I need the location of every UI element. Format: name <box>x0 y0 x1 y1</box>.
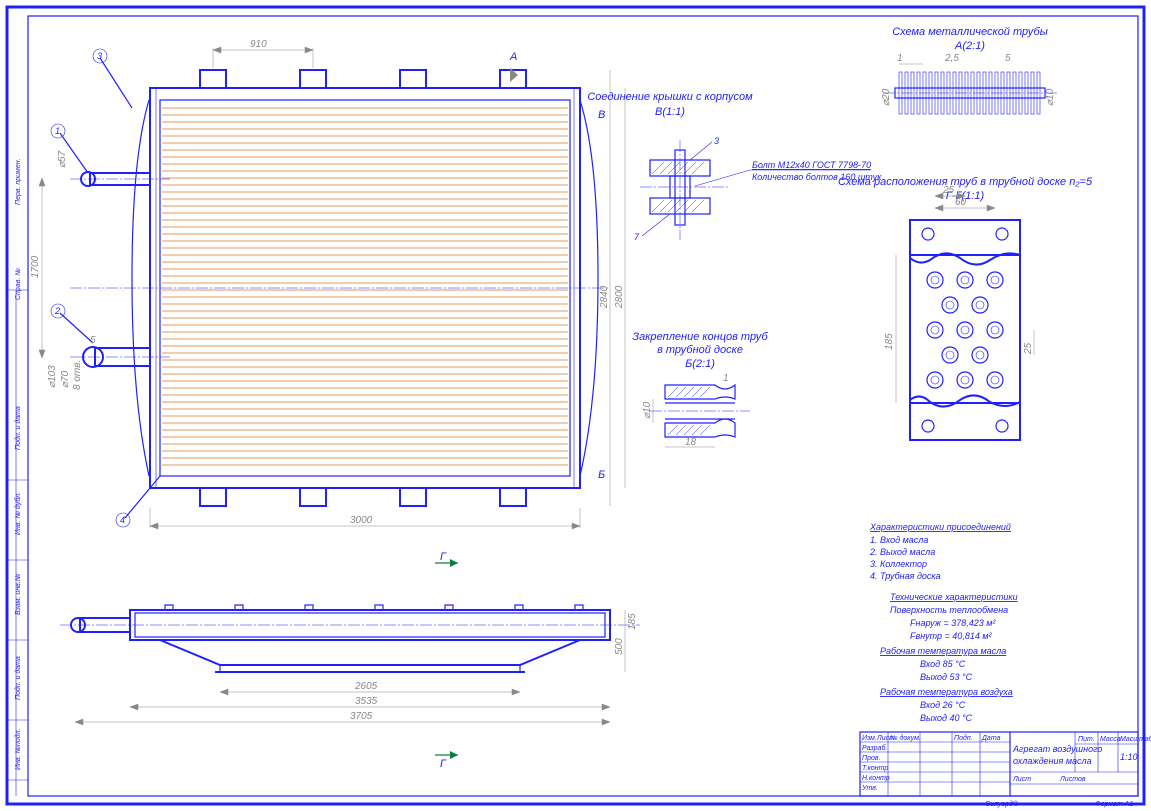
svg-text:Fнаруж = 378,423 м²: Fнаруж = 378,423 м² <box>910 618 996 628</box>
detail-cover-joint: Соединение крышки с корпусом В(1:1) 3 7 … <box>587 91 882 242</box>
svg-text:1: 1 <box>723 373 729 384</box>
detail-tube-sheet: Схема расположения труб в трубной доске … <box>838 176 1093 440</box>
svg-text:Выход 53 °С: Выход 53 °С <box>920 672 973 682</box>
format-label: Формат А1 <box>1095 801 1133 808</box>
svg-text:Дата: Дата <box>981 735 1001 742</box>
svg-text:60: 60 <box>955 197 967 208</box>
notes-block: Характеристики присоединений 1. Вход мас… <box>869 522 1018 723</box>
svg-text:А: А <box>509 51 517 63</box>
svg-text:Т.контр: Т.контр <box>862 765 888 772</box>
svg-text:⌀57: ⌀57 <box>57 150 68 168</box>
svg-text:Подп. и дата: Подп. и дата <box>14 406 22 450</box>
svg-text:в трубной доске: в трубной доске <box>657 344 743 356</box>
svg-text:В(1:1): В(1:1) <box>655 106 685 118</box>
svg-text:1: 1 <box>897 53 903 64</box>
svg-text:Схема расположения труб в труб: Схема расположения труб в трубной доске … <box>838 176 1093 188</box>
svg-text:Масштаб: Масштаб <box>1120 735 1151 743</box>
svg-text:500: 500 <box>614 638 625 655</box>
signed-by: Силуорд® <box>985 800 1019 808</box>
svg-text:185: 185 <box>884 333 895 350</box>
detail-tube-end: Закрепление концов труб в трубной доске … <box>632 331 768 448</box>
svg-text:⌀103: ⌀103 <box>47 365 58 388</box>
svg-text:Перв. примен.: Перв. примен. <box>15 158 22 205</box>
svg-text:3000: 3000 <box>350 515 373 526</box>
svg-text:8 отв.: 8 отв. <box>72 360 83 390</box>
svg-text:Листов: Листов <box>1059 776 1086 783</box>
svg-text:1: 1 <box>55 126 60 136</box>
main-view: 3 1 2 4 А В Б 910 3000 1700 2840 2800 ⌀5… <box>30 39 625 529</box>
svg-text:25: 25 <box>942 185 955 196</box>
svg-text:2. Выход масла: 2. Выход масла <box>869 547 935 557</box>
svg-text:В: В <box>598 109 605 121</box>
svg-text:7: 7 <box>634 232 640 242</box>
svg-text:Агрегат воздушного: Агрегат воздушного <box>1012 744 1102 754</box>
svg-text:Н.контр: Н.контр <box>862 775 890 782</box>
svg-text:2: 2 <box>54 306 60 316</box>
svg-text:5: 5 <box>1005 53 1011 64</box>
detail-fin-tube: Схема металлической трубы А(2:1) <box>881 26 1057 114</box>
svg-text:Подп.: Подп. <box>954 734 973 742</box>
svg-text:⌀10: ⌀10 <box>642 401 653 419</box>
svg-text:Пров.: Пров. <box>862 755 881 762</box>
svg-text:3. Коллектор: 3. Коллектор <box>870 559 927 569</box>
svg-text:2605: 2605 <box>354 681 378 692</box>
svg-text:5: 5 <box>90 335 96 346</box>
svg-text:⌀20: ⌀20 <box>881 88 892 106</box>
svg-text:2,5: 2,5 <box>944 53 959 64</box>
svg-text:охлаждения масла: охлаждения масла <box>1013 756 1092 766</box>
side-text1: Инв. №подл. <box>14 728 22 770</box>
svg-text:⌀70: ⌀70 <box>60 370 71 388</box>
svg-text:Б(2:1): Б(2:1) <box>685 358 715 370</box>
bottom-view: 2605 3535 3705 500 185 Г Г <box>60 551 640 770</box>
svg-text:А(2:1): А(2:1) <box>954 40 985 52</box>
svg-text:№ докум.: № докум. <box>890 734 921 742</box>
svg-text:18: 18 <box>685 437 697 448</box>
svg-text:⌀10: ⌀10 <box>1045 88 1056 106</box>
svg-text:Справ. №: Справ. № <box>15 268 22 300</box>
svg-text:185: 185 <box>627 613 638 630</box>
svg-text:Пит.: Пит. <box>1078 736 1095 743</box>
svg-text:Б: Б <box>598 469 605 481</box>
svg-text:Подп. и дата: Подп. и дата <box>14 656 22 700</box>
svg-text:Характеристики присоединений: Характеристики присоединений <box>869 522 1011 532</box>
svg-text:4: 4 <box>120 515 125 525</box>
svg-text:Вход 85 °С: Вход 85 °С <box>920 659 966 669</box>
svg-text:Закрепление концов труб: Закрепление концов труб <box>632 331 768 343</box>
svg-text:Взам. инв.№: Взам. инв.№ <box>15 573 22 615</box>
svg-text:Г: Г <box>440 551 447 563</box>
svg-text:Г: Г <box>440 758 447 770</box>
svg-text:910: 910 <box>250 39 267 50</box>
svg-text:1. Вход масла: 1. Вход масла <box>870 535 928 545</box>
svg-text:Рабочая температура воздуха: Рабочая температура воздуха <box>880 687 1013 697</box>
svg-text:Утв.: Утв. <box>861 785 878 792</box>
svg-text:Соединение крышки с корпусом: Соединение крышки с корпусом <box>587 91 753 103</box>
svg-text:3: 3 <box>714 136 719 146</box>
drawing-canvas: Инв. №подл. Подп. и дата Взам. инв.№ Инв.… <box>0 0 1151 811</box>
svg-text:4. Трубная доска: 4. Трубная доска <box>870 571 941 581</box>
svg-text:Рабочая температура масла: Рабочая температура масла <box>880 646 1006 656</box>
svg-text:Технические характеристики: Технические характеристики <box>890 592 1018 602</box>
svg-text:Вход 26 °С: Вход 26 °С <box>920 700 966 710</box>
svg-text:1:10: 1:10 <box>1120 752 1138 762</box>
svg-text:2840: 2840 <box>599 285 610 309</box>
svg-text:3535: 3535 <box>355 696 378 707</box>
svg-text:Болт М12х40 ГОСТ 7798-70: Болт М12х40 ГОСТ 7798-70 <box>752 160 871 170</box>
svg-text:Fвнутр = 40,814 м²: Fвнутр = 40,814 м² <box>910 631 993 641</box>
svg-text:2800: 2800 <box>614 285 625 309</box>
svg-text:Поверхность теплообмена: Поверхность теплообмена <box>890 605 1008 615</box>
svg-text:1700: 1700 <box>30 255 41 278</box>
svg-text:Разраб.: Разраб. <box>862 744 887 752</box>
svg-text:Инв. № дубл.: Инв. № дубл. <box>14 492 22 535</box>
svg-text:Лист: Лист <box>1012 776 1031 783</box>
svg-text:Масса: Масса <box>1100 736 1121 743</box>
svg-text:Схема металлической трубы: Схема металлической трубы <box>892 26 1048 38</box>
svg-text:3: 3 <box>97 51 102 61</box>
svg-text:3705: 3705 <box>350 711 373 722</box>
svg-text:Выход 40 °С: Выход 40 °С <box>920 713 973 723</box>
svg-text:25: 25 <box>1023 342 1034 355</box>
title-block: Изм.Лист № докум. Подп. Дата Разраб. Про… <box>860 732 1151 796</box>
